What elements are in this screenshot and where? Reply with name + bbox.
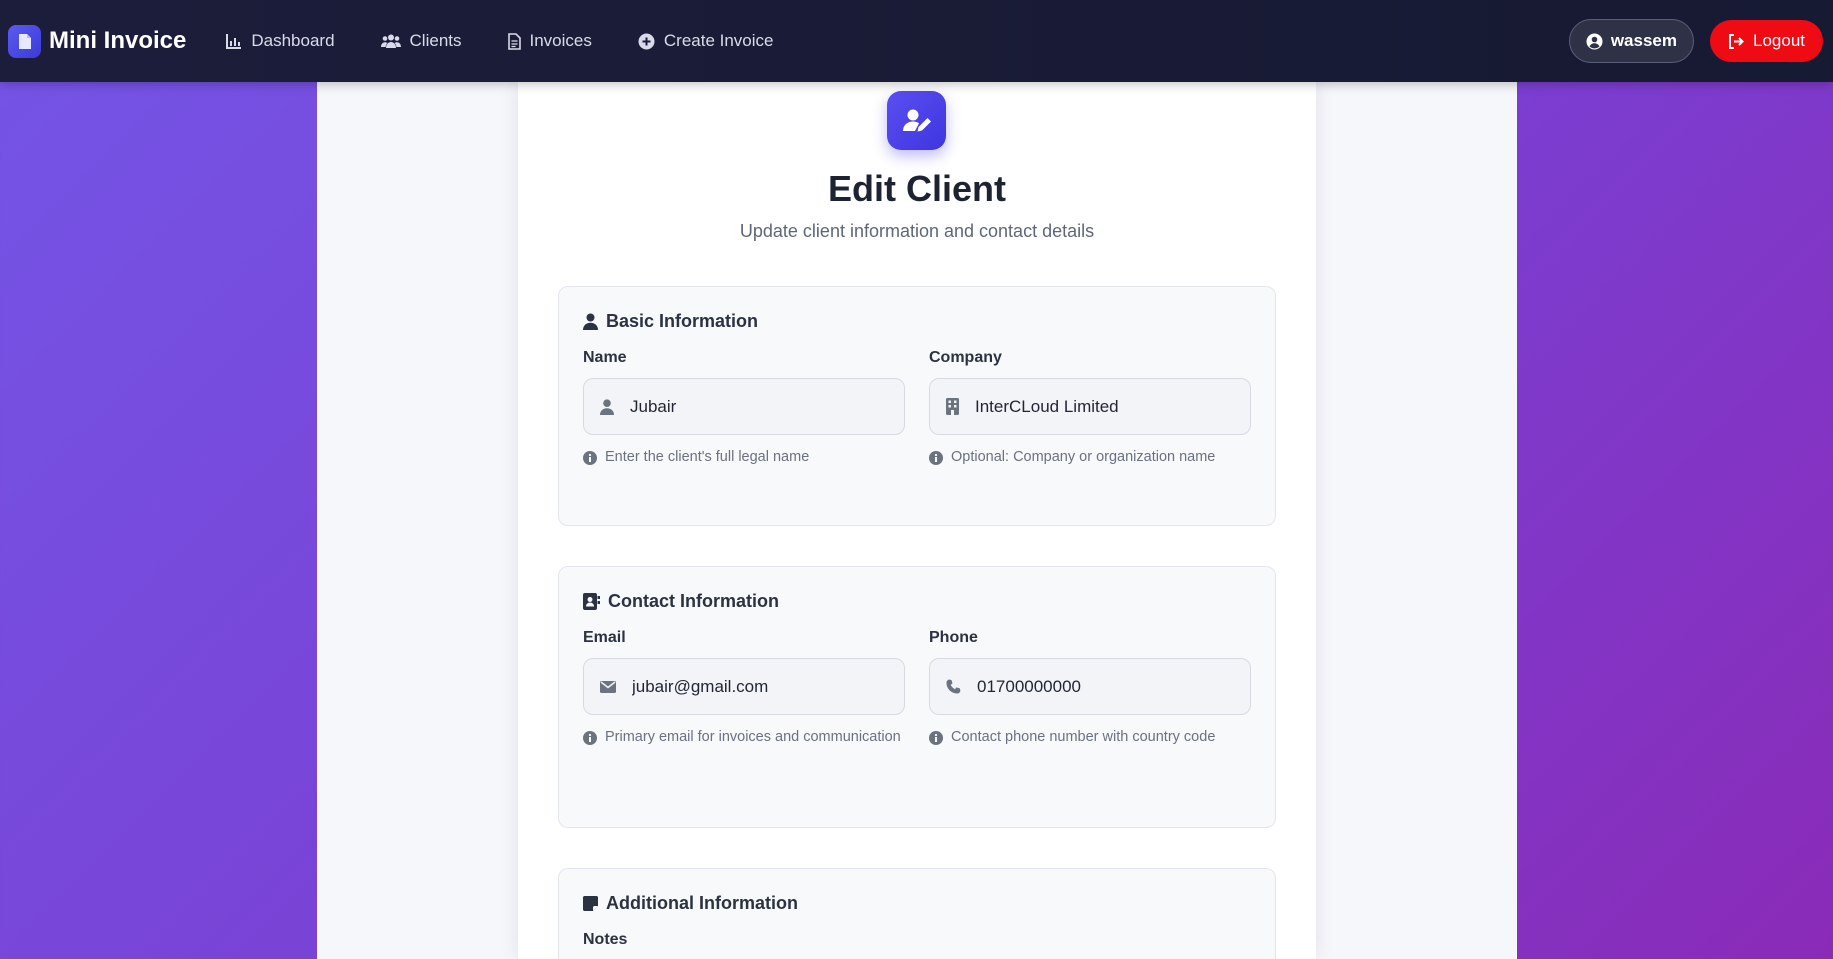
company-field: Company Optional: Company or organizatio… (929, 349, 1251, 468)
nav-item-invoices[interactable]: Invoices (507, 31, 592, 51)
section-title-basic-label: Basic Information (606, 311, 759, 331)
section-title-contact-label: Contact Information (608, 591, 779, 611)
section-title-basic: Basic Information (583, 311, 758, 332)
name-input-wrap[interactable] (583, 378, 905, 435)
logout-label: Logout (1753, 31, 1805, 50)
info-icon (929, 731, 943, 745)
edit-client-card: Edit Client Update client information an… (518, 82, 1316, 959)
notes-label: Notes (583, 931, 628, 948)
nav-links: Dashboard Clients Invoices Create Invoic… (226, 31, 819, 51)
contact-information-section: Contact Information Email Primary email … (558, 566, 1276, 828)
user-menu-button[interactable]: wassem (1568, 19, 1694, 63)
username: wassem (1610, 31, 1677, 50)
plus-circle-icon (638, 33, 655, 49)
nav-item-clients[interactable]: Clients (380, 31, 462, 51)
user-icon (583, 313, 598, 330)
phone-hint: Contact phone number with country code (929, 726, 1251, 748)
file-icon (507, 32, 521, 50)
email-input-wrap[interactable] (583, 658, 905, 715)
name-input[interactable] (630, 396, 880, 417)
name-field: Name Enter the client's full legal name (583, 349, 905, 468)
chart-icon (226, 34, 242, 49)
logout-button[interactable]: Logout (1710, 20, 1823, 62)
additional-information-section: Additional Information Notes (558, 868, 1276, 959)
email-input[interactable] (632, 676, 882, 697)
envelope-icon (600, 680, 616, 693)
page-title: Edit Client (828, 168, 1006, 209)
name-hint-text: Enter the client's full legal name (605, 449, 810, 465)
user-circle-icon (1586, 33, 1603, 49)
phone-field: Phone Contact phone number with country … (929, 629, 1251, 748)
users-icon (380, 34, 401, 48)
info-icon (929, 451, 943, 465)
email-field: Email Primary email for invoices and com… (583, 629, 905, 748)
address-book-icon (583, 593, 600, 610)
page-subtitle: Update client information and contact de… (739, 221, 1095, 241)
nav-right: wassem Logout (1568, 19, 1823, 63)
company-input-wrap[interactable] (929, 378, 1251, 435)
user-icon (600, 398, 614, 415)
phone-icon (946, 679, 961, 694)
brand-name: Mini Invoice (49, 27, 187, 54)
sticky-note-icon (583, 896, 598, 911)
section-title-additional: Additional Information (583, 893, 798, 914)
company-hint: Optional: Company or organization name (929, 446, 1251, 468)
document-icon (8, 24, 41, 58)
nav-item-create-invoice[interactable]: Create Invoice (638, 31, 774, 51)
user-edit-icon (887, 91, 946, 150)
phone-input[interactable] (977, 676, 1227, 697)
section-title-additional-label: Additional Information (606, 893, 798, 913)
logout-icon (1729, 33, 1744, 49)
phone-hint-text: Contact phone number with country code (951, 729, 1216, 745)
phone-label: Phone (929, 629, 978, 646)
company-label: Company (929, 349, 1002, 366)
top-navbar: Mini Invoice Dashboard Clients Invoices … (0, 0, 1833, 82)
basic-information-section: Basic Information Name Enter the client'… (558, 286, 1276, 526)
email-hint-text: Primary email for invoices and communica… (605, 729, 901, 745)
company-hint-text: Optional: Company or organization name (951, 449, 1216, 465)
nav-label-create-invoice: Create Invoice (663, 31, 774, 50)
info-icon (583, 731, 597, 745)
company-input[interactable] (975, 396, 1225, 417)
nav-item-dashboard[interactable]: Dashboard (226, 31, 335, 51)
phone-input-wrap[interactable] (929, 658, 1251, 715)
nav-label-dashboard: Dashboard (251, 31, 335, 50)
email-hint: Primary email for invoices and communica… (583, 726, 905, 748)
info-icon (583, 451, 597, 465)
name-label: Name (583, 349, 627, 366)
brand[interactable]: Mini Invoice (8, 24, 187, 58)
section-title-contact: Contact Information (583, 591, 779, 612)
nav-label-invoices: Invoices (529, 31, 592, 50)
building-icon (946, 398, 959, 415)
name-hint: Enter the client's full legal name (583, 446, 905, 468)
email-label: Email (583, 629, 626, 646)
nav-label-clients: Clients (409, 31, 462, 50)
notes-field: Notes (583, 931, 905, 949)
